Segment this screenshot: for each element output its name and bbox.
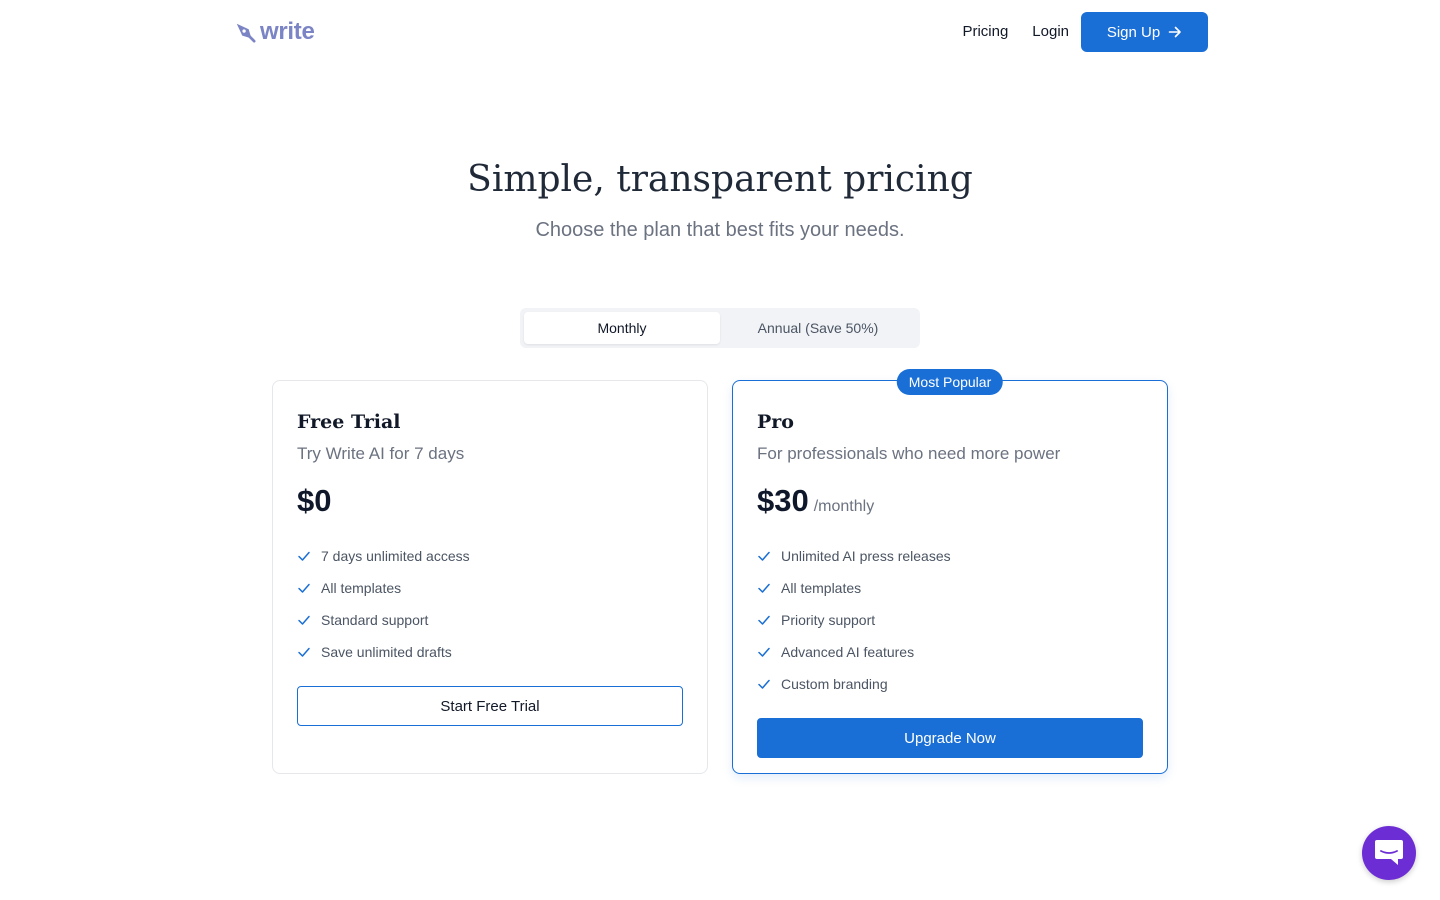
price-row: $0 [297, 480, 683, 522]
chat-widget-button[interactable] [1362, 826, 1416, 880]
toggle-monthly[interactable]: Monthly [524, 312, 720, 344]
feature-text: Advanced AI features [781, 644, 915, 660]
upgrade-now-button[interactable]: Upgrade Now [757, 718, 1143, 758]
feature-item: Standard support [297, 604, 683, 636]
feature-text: All templates [321, 580, 402, 596]
check-icon [298, 615, 310, 625]
sign-up-label: Sign Up [1106, 23, 1161, 41]
plan-name: Pro [757, 411, 794, 433]
feature-item: All templates [297, 572, 683, 604]
check-icon [758, 583, 770, 593]
feature-text: Save unlimited drafts [321, 644, 452, 660]
feature-list: 7 days unlimited access All templates St… [297, 540, 683, 668]
page-title: Simple, transparent pricing [467, 159, 973, 200]
feature-list: Unlimited AI press releases All template… [757, 540, 1143, 700]
arrow-right-icon [1168, 26, 1181, 38]
plan-period: /monthly [813, 498, 875, 515]
plan-description: For professionals who need more power [757, 444, 1061, 463]
price-row: $30 /monthly [757, 480, 1143, 522]
plan-price: $30 [757, 483, 809, 518]
feature-item: 7 days unlimited access [297, 540, 683, 572]
feature-text: Unlimited AI press releases [781, 548, 951, 564]
feature-text: All templates [781, 580, 862, 596]
check-icon [758, 647, 770, 657]
plan-description: Try Write AI for 7 days [297, 444, 465, 463]
check-icon [758, 615, 770, 625]
check-icon [298, 647, 310, 657]
check-icon [758, 551, 770, 561]
feature-text: Standard support [321, 612, 429, 628]
feature-text: 7 days unlimited access [321, 548, 470, 564]
feature-item: Priority support [757, 604, 1143, 636]
plan-name: Free Trial [297, 411, 401, 433]
check-icon [298, 583, 310, 593]
nav-pricing-link[interactable]: Pricing [962, 12, 1008, 52]
feature-item: Advanced AI features [757, 636, 1143, 668]
nav-login-link[interactable]: Login [1032, 12, 1069, 52]
feature-item: Save unlimited drafts [297, 636, 683, 668]
plan-card-pro: Most Popular Pro For professionals who n… [732, 369, 1168, 774]
toggle-annual[interactable]: Annual (Save 50%) [720, 312, 916, 344]
page-subtitle: Choose the plan that best fits your need… [535, 219, 905, 241]
check-icon [298, 551, 310, 561]
feature-text: Custom branding [781, 676, 888, 692]
check-icon [758, 679, 770, 689]
pen-nib-icon [236, 23, 256, 43]
feature-item: All templates [757, 572, 1143, 604]
main-nav: Pricing Login Sign Up [962, 12, 1208, 52]
site-header: write Pricing Login Sign Up [0, 0, 1440, 64]
most-popular-badge: Most Popular [896, 369, 1004, 395]
brand-logo[interactable]: write [234, 17, 315, 47]
feature-item: Unlimited AI press releases [757, 540, 1143, 572]
brand-name: write [260, 18, 315, 45]
sign-up-button[interactable]: Sign Up [1081, 12, 1208, 52]
feature-item: Custom branding [757, 668, 1143, 700]
start-free-trial-button[interactable]: Start Free Trial [297, 686, 683, 726]
billing-period-toggle: Monthly Annual (Save 50%) [520, 308, 920, 348]
plan-price: $0 [297, 483, 332, 518]
plan-card-free-trial: Free Trial Try Write AI for 7 days $0 7 … [272, 380, 708, 774]
feature-text: Priority support [781, 612, 876, 628]
chat-bubble-icon [1375, 840, 1403, 865]
